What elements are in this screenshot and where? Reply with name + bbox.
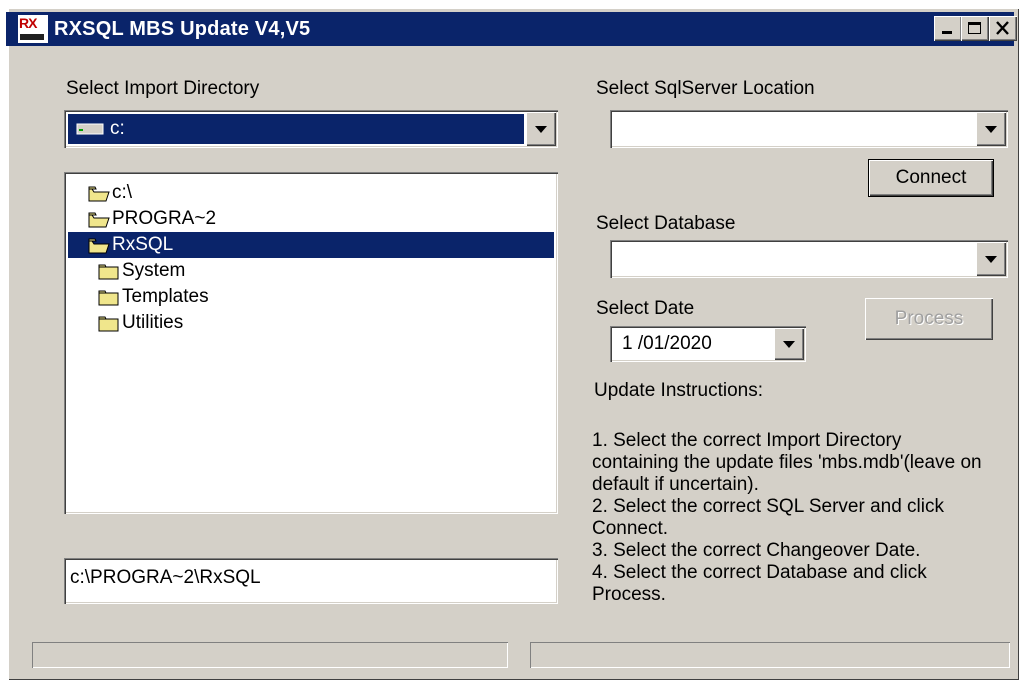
status-panel-left <box>32 642 508 668</box>
instruction-step: 3. Select the correct Changeover Date. <box>592 540 921 561</box>
maximize-icon <box>968 22 981 34</box>
instruction-step: 2. Select the correct SQL Server and cli… <box>592 496 945 539</box>
sqlserver-dropdown-arrow-icon[interactable] <box>976 112 1006 146</box>
instructions-heading: Update Instructions: <box>594 380 763 401</box>
folder-icon <box>98 314 120 332</box>
folder-icon <box>98 262 120 280</box>
minimize-button[interactable] <box>934 16 962 41</box>
path-field[interactable]: c:\PROGRA~2\RxSQL <box>64 558 558 604</box>
drive-combo-selection: c: <box>67 113 525 145</box>
database-combo[interactable] <box>610 240 1008 278</box>
instructions-list: 1. Select the correct Import Directory c… <box>592 430 992 606</box>
tree-folder-item[interactable]: PROGRA~2 <box>68 206 554 232</box>
instruction-step: 1. Select the correct Import Directory c… <box>592 430 982 495</box>
process-button[interactable]: Process <box>865 298 993 340</box>
minimize-icon <box>942 31 952 34</box>
database-dropdown-arrow-icon[interactable] <box>976 242 1006 276</box>
status-panel-right <box>530 642 1010 668</box>
date-picker[interactable]: 1 /01/2020 <box>610 326 806 362</box>
close-button[interactable] <box>989 16 1017 41</box>
open-folder-icon <box>88 210 110 228</box>
connect-button[interactable]: Connect <box>869 160 993 196</box>
import-directory-label: Select Import Directory <box>66 78 260 99</box>
directory-tree[interactable]: c:\ PROGRA~2 RxSQL System Templates Utilities <box>64 172 558 514</box>
date-value: 1 /01/2020 <box>622 333 712 354</box>
window-title: RXSQL MBS Update V4,V5 <box>54 18 311 40</box>
connect-label: Connect <box>895 167 967 188</box>
open-folder-icon <box>88 236 110 254</box>
tree-folder-label: System <box>122 260 186 281</box>
tree-folder-item[interactable]: c:\ <box>68 180 554 206</box>
date-label: Select Date <box>596 298 695 319</box>
title-bar[interactable]: RX RXSQL MBS Update V4,V5 <box>6 12 1017 46</box>
drive-icon <box>76 123 104 135</box>
close-icon <box>996 21 1009 35</box>
tree-folder-label: c:\ <box>112 182 133 203</box>
rx-app-icon: RX <box>18 15 48 43</box>
sqlserver-combo[interactable] <box>610 110 1008 148</box>
path-value: c:\PROGRA~2\RxSQL <box>70 567 261 588</box>
database-label: Select Database <box>596 213 736 234</box>
tree-folder-label: Templates <box>122 286 209 307</box>
tree-folder-item[interactable]: System <box>68 258 554 284</box>
tree-folder-label: Utilities <box>122 312 184 333</box>
sqlserver-location-label: Select SqlServer Location <box>596 78 815 99</box>
tree-folder-item[interactable]: Templates <box>68 284 554 310</box>
date-dropdown-arrow-icon[interactable] <box>774 328 804 360</box>
tree-folder-item[interactable]: Utilities <box>68 310 554 336</box>
drive-dropdown-arrow-icon[interactable] <box>526 112 556 146</box>
tree-folder-label: PROGRA~2 <box>112 208 217 229</box>
folder-icon <box>98 288 120 306</box>
tree-folder-item[interactable]: RxSQL <box>68 232 554 258</box>
drive-combo[interactable]: c: <box>64 110 558 148</box>
drive-value: c: <box>110 118 125 139</box>
open-folder-icon <box>88 184 110 202</box>
tree-folder-label: RxSQL <box>112 234 174 255</box>
process-label: Process <box>894 308 964 329</box>
instruction-step: 4. Select the correct Database and click… <box>592 562 927 605</box>
maximize-button[interactable] <box>961 16 989 41</box>
